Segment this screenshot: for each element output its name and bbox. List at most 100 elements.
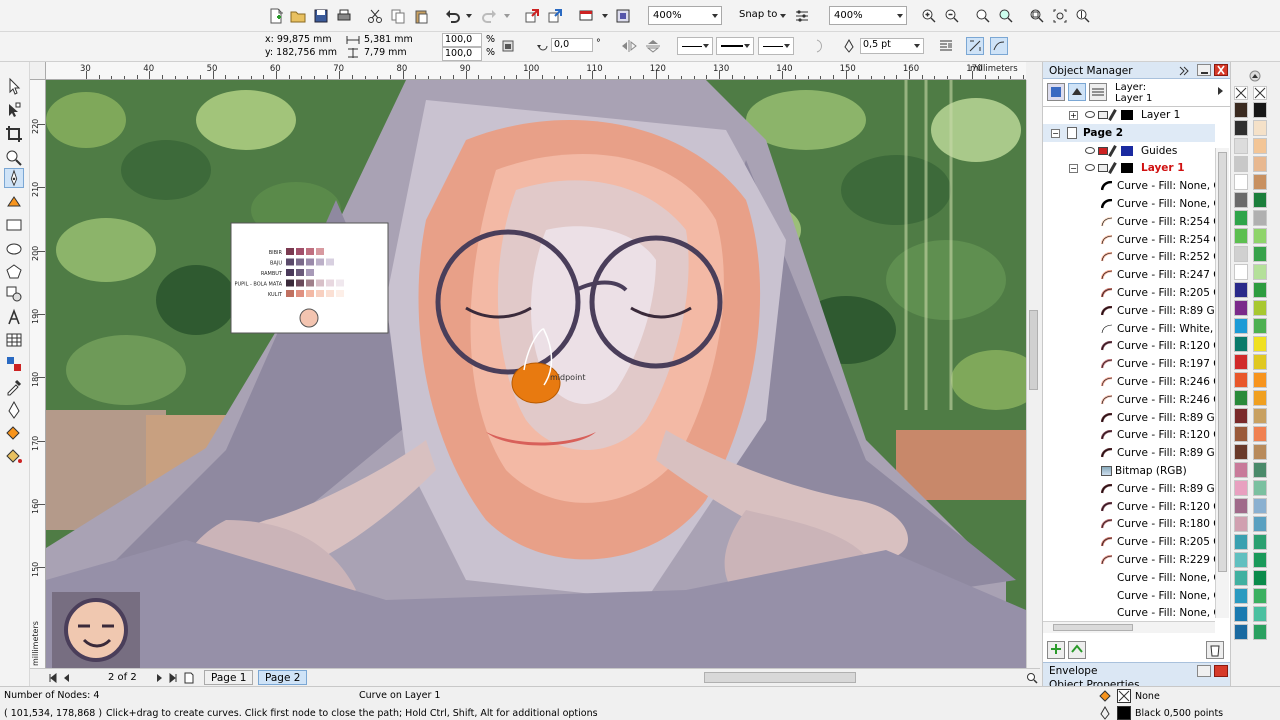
palette-color-swatch[interactable] [1253,624,1267,640]
next-page-icon[interactable] [154,673,164,683]
mirror-vertical-icon[interactable] [645,39,661,53]
import-icon[interactable] [524,8,540,24]
object-tree-row[interactable]: Guides [1043,142,1215,160]
no-color-swatch-2[interactable] [1253,86,1267,100]
palette-color-swatch[interactable] [1234,138,1248,154]
object-tree-row[interactable]: Curve - Fill: R:89 G: [1043,480,1215,498]
expand-toggle-icon[interactable]: − [1051,128,1060,138]
redo-icon[interactable] [481,8,497,24]
auto-close-curve-icon[interactable] [966,37,984,55]
zoom-to-selected-icon[interactable] [975,8,991,24]
ellipse-tool-icon[interactable] [4,239,24,259]
y-position-value[interactable]: y: 182,756 mm [265,47,337,59]
first-page-icon[interactable] [48,673,58,683]
palette-color-swatch[interactable] [1253,480,1267,496]
layer-color-swatch[interactable] [1121,110,1133,120]
palette-color-swatch[interactable] [1253,354,1267,370]
object-tree-row[interactable]: Curve - Fill: R:247 G: [1043,266,1215,284]
snap-to-dropdown-icon[interactable] [780,14,786,18]
palette-color-swatch[interactable] [1253,228,1267,244]
object-tree-row[interactable]: Curve - Fill: R:229 G: [1043,551,1215,569]
object-tree-row[interactable]: − Page 2 [1043,123,1215,142]
palette-scroll-up-icon[interactable] [1249,70,1261,82]
object-tree-row[interactable]: Bitmap (RGB) [1043,462,1215,480]
object-tree-h-thumb[interactable] [1053,624,1133,631]
width-value[interactable]: 5,381 mm [364,34,413,46]
delete-layer-icon[interactable] [1206,641,1224,659]
line-style-selector[interactable] [716,37,754,55]
zoom-to-page-height-icon[interactable] [1075,8,1091,24]
vertical-scrollbar[interactable] [1026,80,1040,668]
outline-indicator-icon[interactable] [1098,706,1112,720]
palette-color-swatch[interactable] [1253,462,1267,478]
zoom-tool-icon[interactable] [4,148,24,168]
edit-lock-icon[interactable] [1108,109,1117,121]
close-docker-icon[interactable] [1214,64,1228,76]
show-object-properties-icon[interactable] [1047,83,1065,101]
object-tree-row[interactable]: Curve - Fill: R:205 G: [1043,284,1215,302]
end-arrowhead-selector[interactable] [758,37,794,55]
palette-color-swatch[interactable] [1234,444,1248,460]
copy-icon[interactable] [390,8,406,24]
palette-color-swatch[interactable] [1234,426,1248,442]
envelope-minimize-icon[interactable] [1197,665,1211,677]
blend-tool-icon[interactable] [4,354,24,374]
palette-color-swatch[interactable] [1234,192,1248,208]
zoom-to-page-width-icon[interactable] [1052,8,1068,24]
palette-color-swatch[interactable] [1253,210,1267,226]
palette-color-swatch[interactable] [1234,210,1248,226]
palette-color-swatch[interactable] [1234,300,1248,316]
palette-color-swatch[interactable] [1234,102,1248,118]
launcher-dropdown-icon[interactable] [602,14,608,18]
layer-flyout-icon[interactable] [1215,86,1225,96]
expand-toggle-icon[interactable]: − [1069,164,1078,174]
text-wrap-icon[interactable] [938,38,954,54]
palette-color-swatch[interactable] [1234,336,1248,352]
palette-color-swatch[interactable] [1234,156,1248,172]
application-launcher-icon[interactable] [578,8,594,24]
print-icon[interactable] [336,8,352,24]
object-tree-row[interactable]: Curve - Fill: R:120 G: [1043,337,1215,355]
object-tree-scrollbar[interactable] [1215,148,1229,618]
collapse-docker-icon[interactable] [1179,66,1189,76]
palette-color-swatch[interactable] [1253,552,1267,568]
outline-tool-icon[interactable] [4,400,24,420]
object-tree-row[interactable]: Curve - Fill: None, Outline [1043,604,1215,622]
printable-toggle-icon[interactable] [1098,146,1108,155]
object-tree-row[interactable]: Curve - Fill: None, Outline: Black [1043,177,1215,195]
no-color-swatch[interactable] [1234,86,1248,100]
tab-page-1[interactable]: Page 1 [204,670,254,685]
palette-color-swatch[interactable] [1234,516,1248,532]
palette-color-swatch[interactable] [1234,480,1248,496]
edit-across-layers-icon[interactable] [1068,83,1086,101]
undo-dropdown-icon[interactable] [466,14,472,18]
object-tree-row[interactable]: + Layer 1 [1043,106,1215,124]
freehand-tool-icon[interactable] [4,168,24,188]
layer-color-swatch[interactable] [1121,163,1133,174]
palette-color-swatch[interactable] [1234,264,1248,280]
open-folder-icon[interactable] [290,8,306,24]
scale-width-input[interactable]: 100,0 [442,33,482,47]
ruler-origin-corner[interactable] [30,62,46,80]
fill-color-swatch[interactable] [1117,689,1131,703]
object-tree-scroll-thumb[interactable] [1218,152,1227,572]
palette-color-swatch[interactable] [1234,246,1248,262]
scale-height-input[interactable]: 100,0 [442,47,482,61]
vertical-scroll-thumb[interactable] [1029,310,1038,390]
palette-color-swatch[interactable] [1253,264,1267,280]
palette-color-swatch[interactable] [1234,228,1248,244]
palette-color-swatch[interactable] [1234,588,1248,604]
object-tree-row[interactable]: Curve - Fill: R:180 G: [1043,515,1215,533]
palette-color-swatch[interactable] [1253,246,1267,262]
zoom-in-icon[interactable] [921,8,937,24]
palette-color-swatch[interactable] [1253,372,1267,388]
zoom-level-combo-2[interactable]: 400% [829,6,907,25]
palette-color-swatch[interactable] [1234,570,1248,586]
palette-color-swatch[interactable] [1253,606,1267,622]
horizontal-scroll-thumb[interactable] [704,672,856,683]
object-tree-row[interactable]: Curve - Fill: R:254 G: [1043,213,1215,231]
start-arrowhead-selector[interactable] [677,37,713,55]
printable-toggle-icon[interactable] [1098,111,1108,119]
expand-toggle-icon[interactable]: + [1069,111,1078,120]
new-master-layer-icon[interactable] [1068,641,1086,659]
